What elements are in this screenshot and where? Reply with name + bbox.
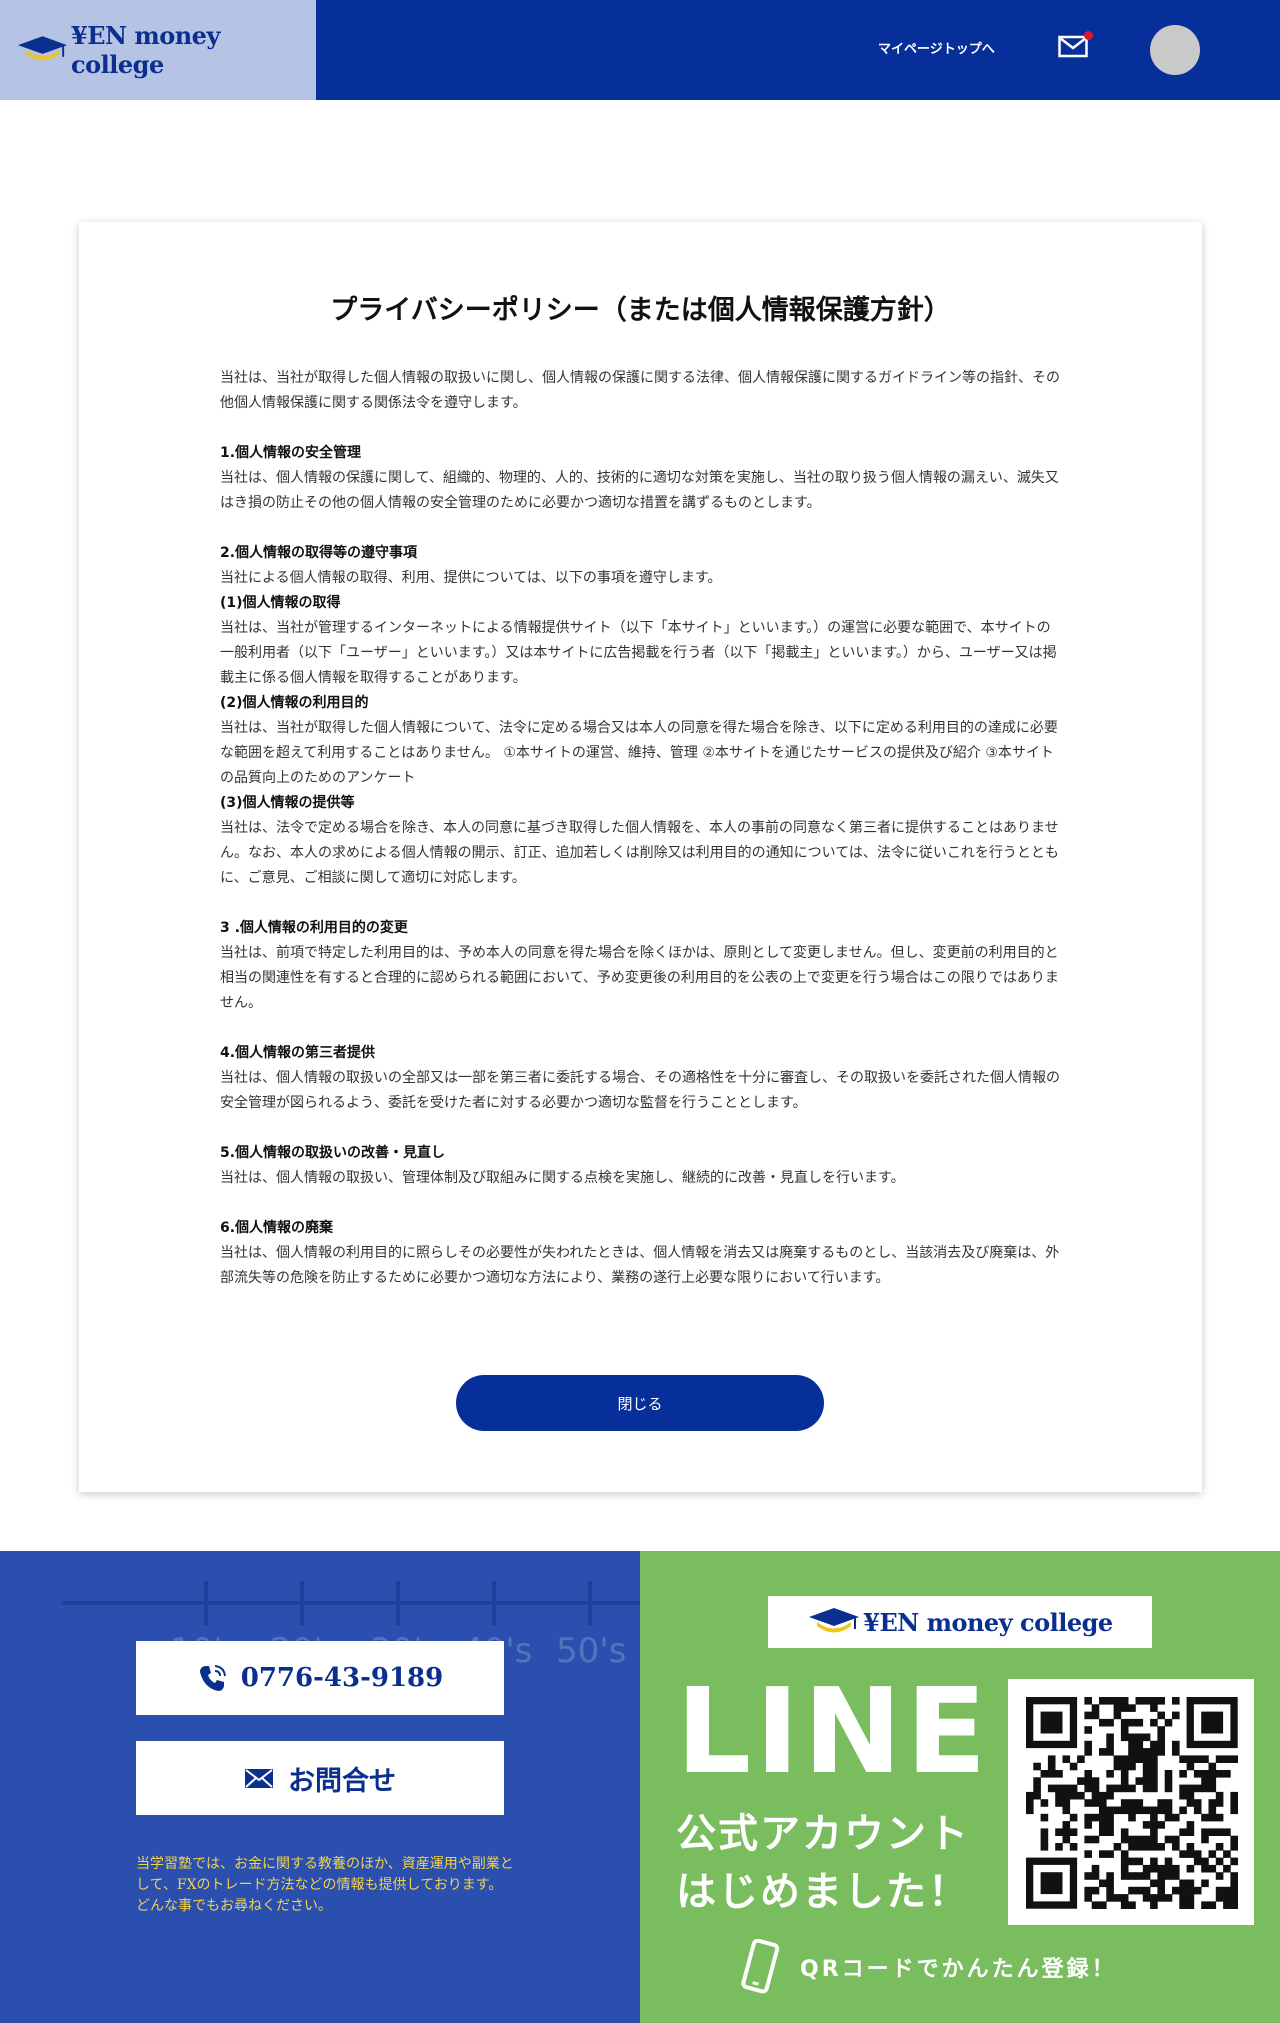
- contact-label: お問合せ: [288, 1765, 396, 1797]
- qr-caption: QRコードでかんたん登録！: [736, 1939, 1117, 1995]
- section-body: 当社による個人情報の取得、利用、提供については、以下の事項を遵守します。: [220, 570, 722, 586]
- section-body: 当社は、個人情報の保護に関して、組織的、物理的、人的、技術的に適切な対策を実施し…: [220, 470, 1059, 511]
- privacy-policy-card: プライバシーポリシー（または個人情報保護方針） 当社は、当社が取得した個人情報の…: [79, 222, 1202, 1492]
- mypage-top-link[interactable]: マイページトップへ: [878, 38, 995, 57]
- brand-name: ¥EN money college: [71, 21, 220, 79]
- subsection-body: 当社は、当社が取得した個人情報について、法令に定める場合又は本人の同意を得た場合…: [220, 720, 1058, 786]
- subsection-heading: (2)個人情報の利用目的: [220, 695, 369, 711]
- decade-label: 50's: [556, 1631, 627, 1671]
- decade-timeline: [62, 1601, 640, 1605]
- graduation-cap-icon: [17, 36, 68, 61]
- close-button[interactable]: 閉じる: [456, 1375, 824, 1431]
- brand-logo[interactable]: ¥EN money college: [0, 0, 316, 100]
- line-subheading: 公式アカウント はじめました！: [676, 1805, 970, 1921]
- graduation-cap-icon: [809, 1608, 860, 1633]
- qr-code[interactable]: [1008, 1679, 1254, 1925]
- subsection-heading: (1)個人情報の取得: [220, 595, 341, 611]
- phone-number: 0776-43-9189: [240, 1663, 444, 1693]
- mail-icon: [1058, 35, 1088, 58]
- section-body: 当社は、個人情報の利用目的に照らしその必要性が失われたときは、個人情報を消去又は…: [220, 1245, 1060, 1286]
- phone-icon: [199, 1665, 226, 1691]
- subsection-body: 当社は、法令で定める場合を除き、本人の同意に基づき取得した個人情報を、本人の事前…: [220, 820, 1059, 886]
- user-avatar[interactable]: [1150, 25, 1200, 75]
- line-sub-line: はじめました！: [676, 1869, 970, 1915]
- page-title: プライバシーポリシー（または個人情報保護方針）: [330, 295, 951, 326]
- phone-button[interactable]: 0776-43-9189: [136, 1641, 504, 1715]
- line-sub-line: 公式アカウント: [676, 1811, 970, 1857]
- footer-contact: 10's 20's 30's 40's 50's 0776-43-9189 お問…: [0, 1551, 640, 2023]
- section-body: 当社は、個人情報の取扱い、管理体制及び取組みに関する点検を実施し、継続的に改善・…: [220, 1170, 905, 1186]
- section-heading: 5.個人情報の取扱いの改善・見直し: [220, 1145, 446, 1161]
- section-body: 当社は、個人情報の取扱いの全部又は一部を第三者に委託する場合、その適格性を十分に…: [220, 1070, 1060, 1111]
- qr-code-image: [1026, 1697, 1238, 1909]
- contact-button[interactable]: お問合せ: [136, 1741, 504, 1815]
- subsection-body: 当社は、当社が管理するインターネットによる情報提供サイト（以下「本サイト」といい…: [220, 620, 1057, 686]
- smartphone-icon: [741, 1939, 780, 1994]
- section-heading: 1.個人情報の安全管理: [220, 445, 362, 461]
- section-body: 当社は、前項で特定した利用目的は、予め本人の同意を得た場合を除くほかは、原則とし…: [220, 945, 1059, 1011]
- subsection-heading: (3)個人情報の提供等: [220, 795, 355, 811]
- site-header: ¥EN money college マイページトップへ: [0, 0, 1280, 100]
- footer-description: 当学習塾では、お金に関する教養のほか、資産運用や副業として、FXのトレード方法な…: [136, 1856, 514, 1914]
- mail-button[interactable]: [1058, 31, 1093, 62]
- line-brand-logo: ¥EN money college: [768, 1596, 1152, 1648]
- line-banner[interactable]: ¥EN money college LINE 公式アカウント はじめました！ Q…: [640, 1551, 1280, 2023]
- section-heading: 6.個人情報の廃棄: [220, 1220, 334, 1236]
- policy-content: 当社は、当社が取得した個人情報の取扱いに関し、個人情報の保護に関する法律、個人情…: [220, 366, 1062, 1291]
- policy-intro: 当社は、当社が取得した個人情報の取扱いに関し、個人情報の保護に関する法律、個人情…: [220, 370, 1060, 411]
- notification-badge: [1084, 31, 1093, 40]
- line-heading: LINE: [676, 1662, 991, 1800]
- section-heading: 2.個人情報の取得等の遵守事項: [220, 545, 418, 561]
- brand-name: ¥EN money college: [863, 1607, 1113, 1637]
- section-heading: 4.個人情報の第三者提供: [220, 1045, 376, 1061]
- qr-caption-text: QRコードでかんたん登録！: [800, 1957, 1117, 1982]
- envelope-icon: [245, 1769, 273, 1788]
- section-heading: 3 .個人情報の利用目的の変更: [220, 920, 408, 936]
